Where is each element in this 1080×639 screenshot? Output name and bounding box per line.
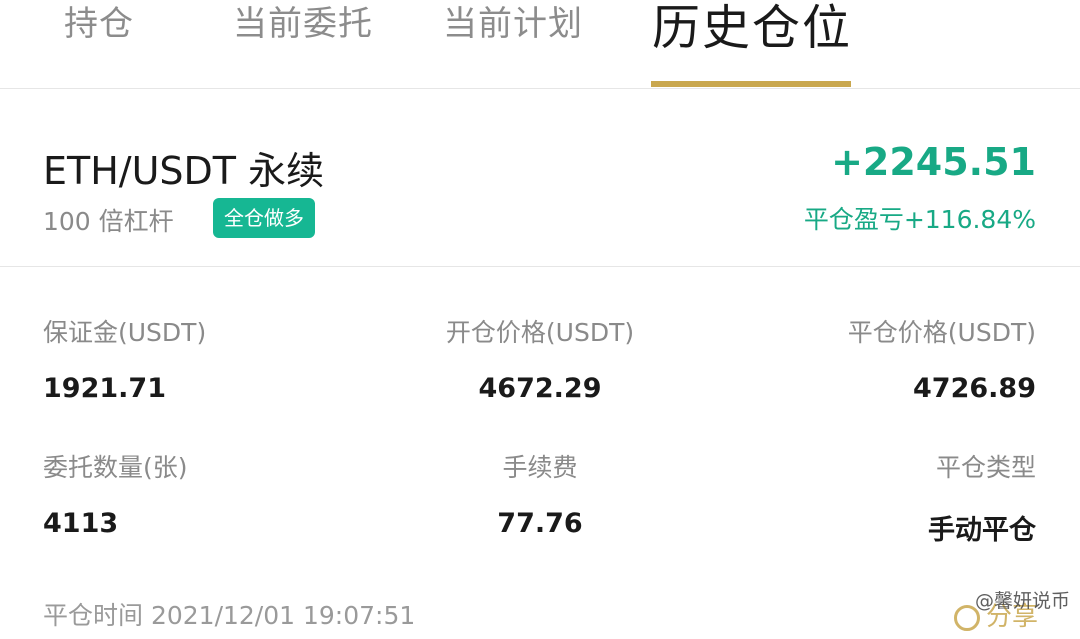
leverage-label: 100 倍杠杆 [43,207,174,236]
margin-value: 1921.71 [43,373,166,404]
active-tab-indicator [651,81,851,87]
contract-pair: ETH/USDT 永续 [43,149,325,193]
watermark: @馨妍说币 [974,590,1070,612]
order-quantity-label: 委托数量(张) [43,453,188,482]
close-type-value: 手动平仓 [928,515,1036,546]
tab-positions[interactable]: 持仓 [64,0,134,45]
section-divider [0,266,1080,267]
tab-current-plans[interactable]: 当前计划 [443,0,583,45]
fee-value: 77.76 [497,508,583,539]
close-price-label: 平仓价格(USDT) [847,318,1036,347]
fee-label: 手续费 [502,453,578,482]
close-time: 平仓时间 2021/12/01 19:07:51 [43,601,416,630]
realized-pnl-label: 平仓盈亏+116.84% [803,205,1036,234]
tab-bar: 持仓 当前委托 当前计划 历史仓位 [0,0,1080,89]
realized-pnl: +2245.51 [831,140,1036,184]
open-price-value: 4672.29 [478,373,602,404]
close-type-label: 平仓类型 [935,453,1036,482]
close-price-value: 4726.89 [913,373,1036,404]
tab-open-orders[interactable]: 当前委托 [233,0,373,45]
order-quantity-value: 4113 [43,508,119,539]
tab-position-history[interactable]: 历史仓位 [652,0,852,58]
margin-label: 保证金(USDT) [43,318,207,347]
margin-mode-badge: 全仓做多 [213,198,315,238]
open-price-label: 开仓价格(USDT) [445,318,635,347]
